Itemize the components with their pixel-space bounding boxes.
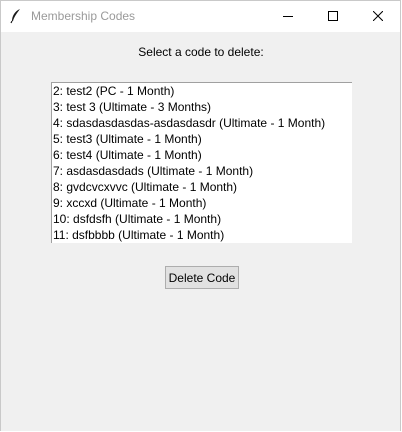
- close-button[interactable]: [356, 1, 400, 32]
- list-item[interactable]: 9: xccxd (Ultimate - 1 Month): [52, 195, 352, 211]
- feather-icon: [9, 8, 23, 24]
- minimize-icon: [283, 8, 293, 26]
- list-item[interactable]: 2: test2 (PC - 1 Month): [52, 83, 352, 99]
- list-item[interactable]: 3: test 3 (Ultimate - 3 Months): [52, 99, 352, 115]
- codes-listbox[interactable]: 2: test2 (PC - 1 Month) 3: test 3 (Ultim…: [51, 82, 352, 243]
- title-bar[interactable]: Membership Codes: [1, 1, 400, 32]
- maximize-button[interactable]: [311, 1, 355, 32]
- list-item[interactable]: 10: dsfdsfh (Ultimate - 1 Month): [52, 211, 352, 227]
- list-item[interactable]: 4: sdasdasdasdas-asdasdasdr (Ultimate - …: [52, 115, 352, 131]
- list-item[interactable]: 7: asdasdasdads (Ultimate - 1 Month): [52, 163, 352, 179]
- list-item[interactable]: 5: test3 (Ultimate - 1 Month): [52, 131, 352, 147]
- window-title: Membership Codes: [31, 9, 136, 23]
- app-window: Membership Codes Select a code to delete…: [0, 0, 401, 431]
- prompt-label: Select a code to delete:: [138, 45, 264, 59]
- delete-code-button[interactable]: Delete Code: [165, 266, 239, 289]
- minimize-button[interactable]: [266, 1, 310, 32]
- close-icon: [372, 8, 384, 26]
- client-area: Select a code to delete: 2: test2 (PC - …: [1, 32, 400, 431]
- list-item[interactable]: 6: test4 (Ultimate - 1 Month): [52, 147, 352, 163]
- list-item[interactable]: 8: gvdcvcxvvc (Ultimate - 1 Month): [52, 179, 352, 195]
- list-item[interactable]: 11: dsfbbbb (Ultimate - 1 Month): [52, 227, 352, 243]
- maximize-icon: [328, 8, 338, 26]
